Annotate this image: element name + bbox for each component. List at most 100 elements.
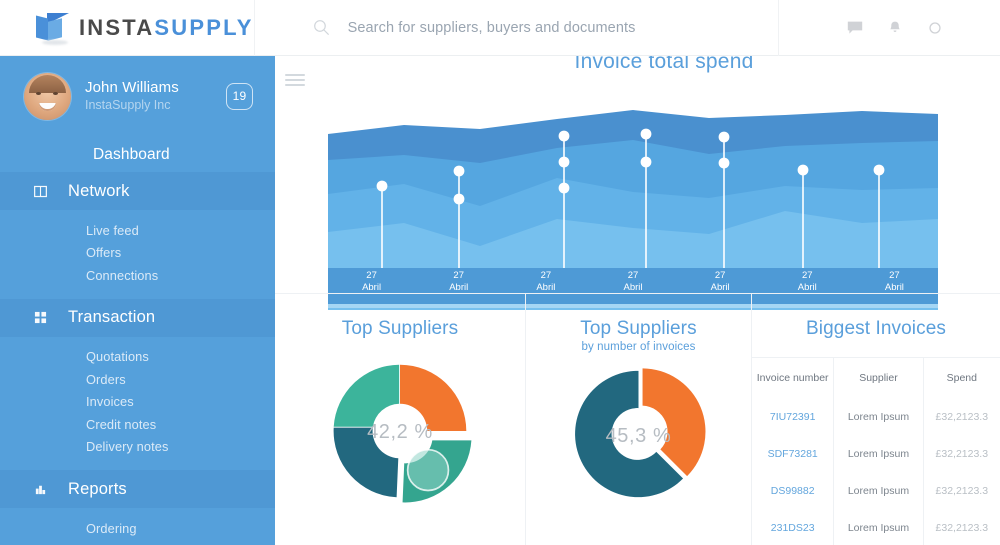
sidebar-item-ordering[interactable]: Ordering (0, 517, 275, 540)
sidebar-item-invoicing[interactable]: Invoicing (0, 540, 275, 545)
top-bar: INSTASUPPLY (0, 0, 1000, 56)
table-row[interactable]: DS99882 Lorem Ipsum £32,2123.3 (752, 472, 1000, 510)
cell-spend: £32,2123.3 (935, 484, 989, 497)
hamburger-menu-icon[interactable] (285, 74, 305, 86)
cell-spend: £32,2123.3 (935, 448, 989, 461)
sidebar-subitem-label: Offers (86, 245, 122, 261)
circle-user-icon[interactable] (927, 20, 943, 36)
sidebar-section-network[interactable]: Network (0, 172, 275, 210)
sidebar-section-reports[interactable]: Reports (0, 470, 275, 508)
sidebar-section-label: Network (68, 181, 130, 200)
table-row[interactable]: 7IU72391 Lorem Ipsum £32,2123.3 (752, 399, 1000, 436)
brand-name-insta: INSTA (79, 14, 155, 40)
sidebar-item-offers[interactable]: Offers (0, 242, 275, 265)
sidebar-subitem-label: Orders (86, 371, 126, 387)
cell-invoice-number[interactable]: 231DS23 (752, 509, 835, 545)
bell-icon[interactable] (887, 20, 903, 36)
donut-center-value: 45,3 % (605, 425, 672, 447)
avatar (24, 72, 71, 120)
sidebar-subitems-transaction: Quotations Orders Invoices Credit notes … (0, 337, 275, 471)
donut-center-value: 42,2 % (367, 421, 433, 443)
main-content: Invoice total spend 27 Abril 27 Abril 27… (275, 56, 1000, 545)
top-suppliers-invoices-donut-wrap: 45,3 % (526, 353, 751, 523)
notification-badge[interactable]: 19 (226, 82, 253, 110)
table-row[interactable]: SDF73281 Lorem Ipsum £32,2123.3 (752, 435, 1000, 473)
x-tick-day: 27 (889, 270, 900, 281)
cell-spend: £32,2123.3 (935, 521, 989, 534)
cell-invoice-number[interactable]: 7IU72391 (752, 399, 835, 436)
x-tick-day: 27 (540, 270, 552, 281)
invoice-total-spend-card: Invoice total spend 27 Abril 27 Abril 27… (328, 56, 1000, 324)
brand-logo[interactable]: INSTASUPPLY (0, 0, 254, 56)
dashboard-app: INSTASUPPLY Search for suppliers, buyers… (0, 0, 1000, 545)
card-subtitle: by number of invoices (581, 341, 696, 353)
sidebar-item-credit-notes[interactable]: Credit notes (0, 413, 275, 436)
sidebar-subitem-label: Live feed (86, 222, 139, 238)
sidebar-item-delivery-notes[interactable]: Delivery notes (0, 436, 275, 459)
top-suppliers-donut-wrap: 42,2 % (275, 346, 525, 516)
sidebar-subitem-label: Invoices (86, 394, 134, 410)
sidebar-section-transaction[interactable]: Transaction (0, 298, 275, 337)
x-tick-day: 27 (714, 270, 726, 281)
table-row[interactable]: 231DS23 Lorem Ipsum £32,2123.3 (752, 509, 1000, 545)
sidebar-item-dashboard[interactable]: Dashboard (0, 138, 275, 172)
x-tick-day: 27 (366, 270, 377, 281)
cell-supplier: Lorem Ipsum (833, 399, 924, 436)
reports-chart-icon (0, 483, 68, 496)
sidebar-item-quotations[interactable]: Quotations (0, 346, 275, 369)
dashboard-cards-row: Top Suppliers 42,2 % Top Suppliers by nu… (275, 293, 1000, 545)
network-grid-icon (0, 185, 68, 198)
donut-slice-4[interactable] (333, 364, 400, 427)
sidebar-subitem-label: Credit notes (86, 416, 157, 432)
instasupply-logo-icon (36, 12, 70, 45)
brand-wordmark: INSTASUPPLY (79, 14, 254, 40)
cell-spend: £32,2123.3 (935, 411, 989, 424)
biggest-invoices-table: Invoice number Supplier Spend 7IU72391 L… (752, 357, 1000, 545)
top-bar-actions (777, 0, 1000, 56)
search-input[interactable] (347, 19, 778, 36)
profile-organisation: InstaSupply Inc (85, 98, 171, 112)
sidebar-subitem-label: Quotations (86, 349, 149, 365)
top-suppliers-card: Top Suppliers 42,2 % (275, 293, 525, 545)
card-title: Biggest Invoices (806, 318, 946, 339)
column-header-spend[interactable]: Spend (923, 357, 1000, 399)
profile-meta: John Williams InstaSupply Inc (85, 78, 212, 114)
x-tick-day: 27 (627, 270, 639, 281)
sidebar-subitem-label: Delivery notes (86, 439, 169, 455)
sidebar-item-connections[interactable]: Connections (0, 264, 275, 287)
sidebar-subitems-reports: Ordering Invoicing (0, 508, 275, 545)
invoice-total-spend-title: Invoice total spend (574, 56, 754, 73)
transaction-squares-icon (0, 311, 68, 324)
brand-name-supply: SUPPLY (154, 14, 254, 40)
column-header-invoice-number[interactable]: Invoice number (752, 357, 835, 399)
sidebar-item-label: Dashboard (93, 146, 170, 163)
search-icon (313, 20, 329, 35)
cell-supplier: Lorem Ipsum (833, 435, 924, 473)
table-header-row: Invoice number Supplier Spend (752, 357, 1000, 399)
column-header-supplier[interactable]: Supplier (833, 357, 924, 399)
top-suppliers-by-invoices-card: Top Suppliers by number of invoices 45,3… (525, 293, 751, 545)
sidebar-section-label: Reports (68, 479, 127, 498)
sidebar-section-label: Transaction (68, 308, 156, 326)
chat-bubble-icon[interactable] (847, 20, 863, 36)
sidebar-item-live-feed[interactable]: Live feed (0, 219, 275, 242)
search-bar[interactable] (253, 0, 778, 56)
sidebar-subitem-label: Ordering (86, 520, 137, 536)
sidebar-subitems-network: Live feed Offers Connections (0, 210, 275, 299)
sidebar-nav: Dashboard Network Live feed Offers Conne… (0, 136, 275, 545)
cell-invoice-number[interactable]: DS99882 (752, 472, 835, 510)
cell-invoice-number[interactable]: SDF73281 (752, 435, 835, 473)
cell-supplier: Lorem Ipsum (833, 472, 924, 510)
card-title: Top Suppliers (580, 318, 697, 339)
biggest-invoices-card: Biggest Invoices Invoice number Supplier… (751, 293, 1000, 545)
card-title: Top Suppliers (341, 318, 459, 339)
x-tick-day: 27 (801, 270, 813, 281)
cell-supplier: Lorem Ipsum (833, 509, 924, 545)
sidebar-item-orders[interactable]: Orders (0, 368, 275, 391)
profile-block[interactable]: John Williams InstaSupply Inc 19 (0, 56, 275, 136)
sidebar-item-invoices[interactable]: Invoices (0, 391, 275, 414)
x-tick-day: 27 (453, 270, 464, 281)
sidebar: John Williams InstaSupply Inc 19 Dashboa… (0, 56, 275, 545)
profile-name: John Williams (85, 79, 179, 96)
sidebar-subitem-label: Connections (86, 267, 159, 283)
